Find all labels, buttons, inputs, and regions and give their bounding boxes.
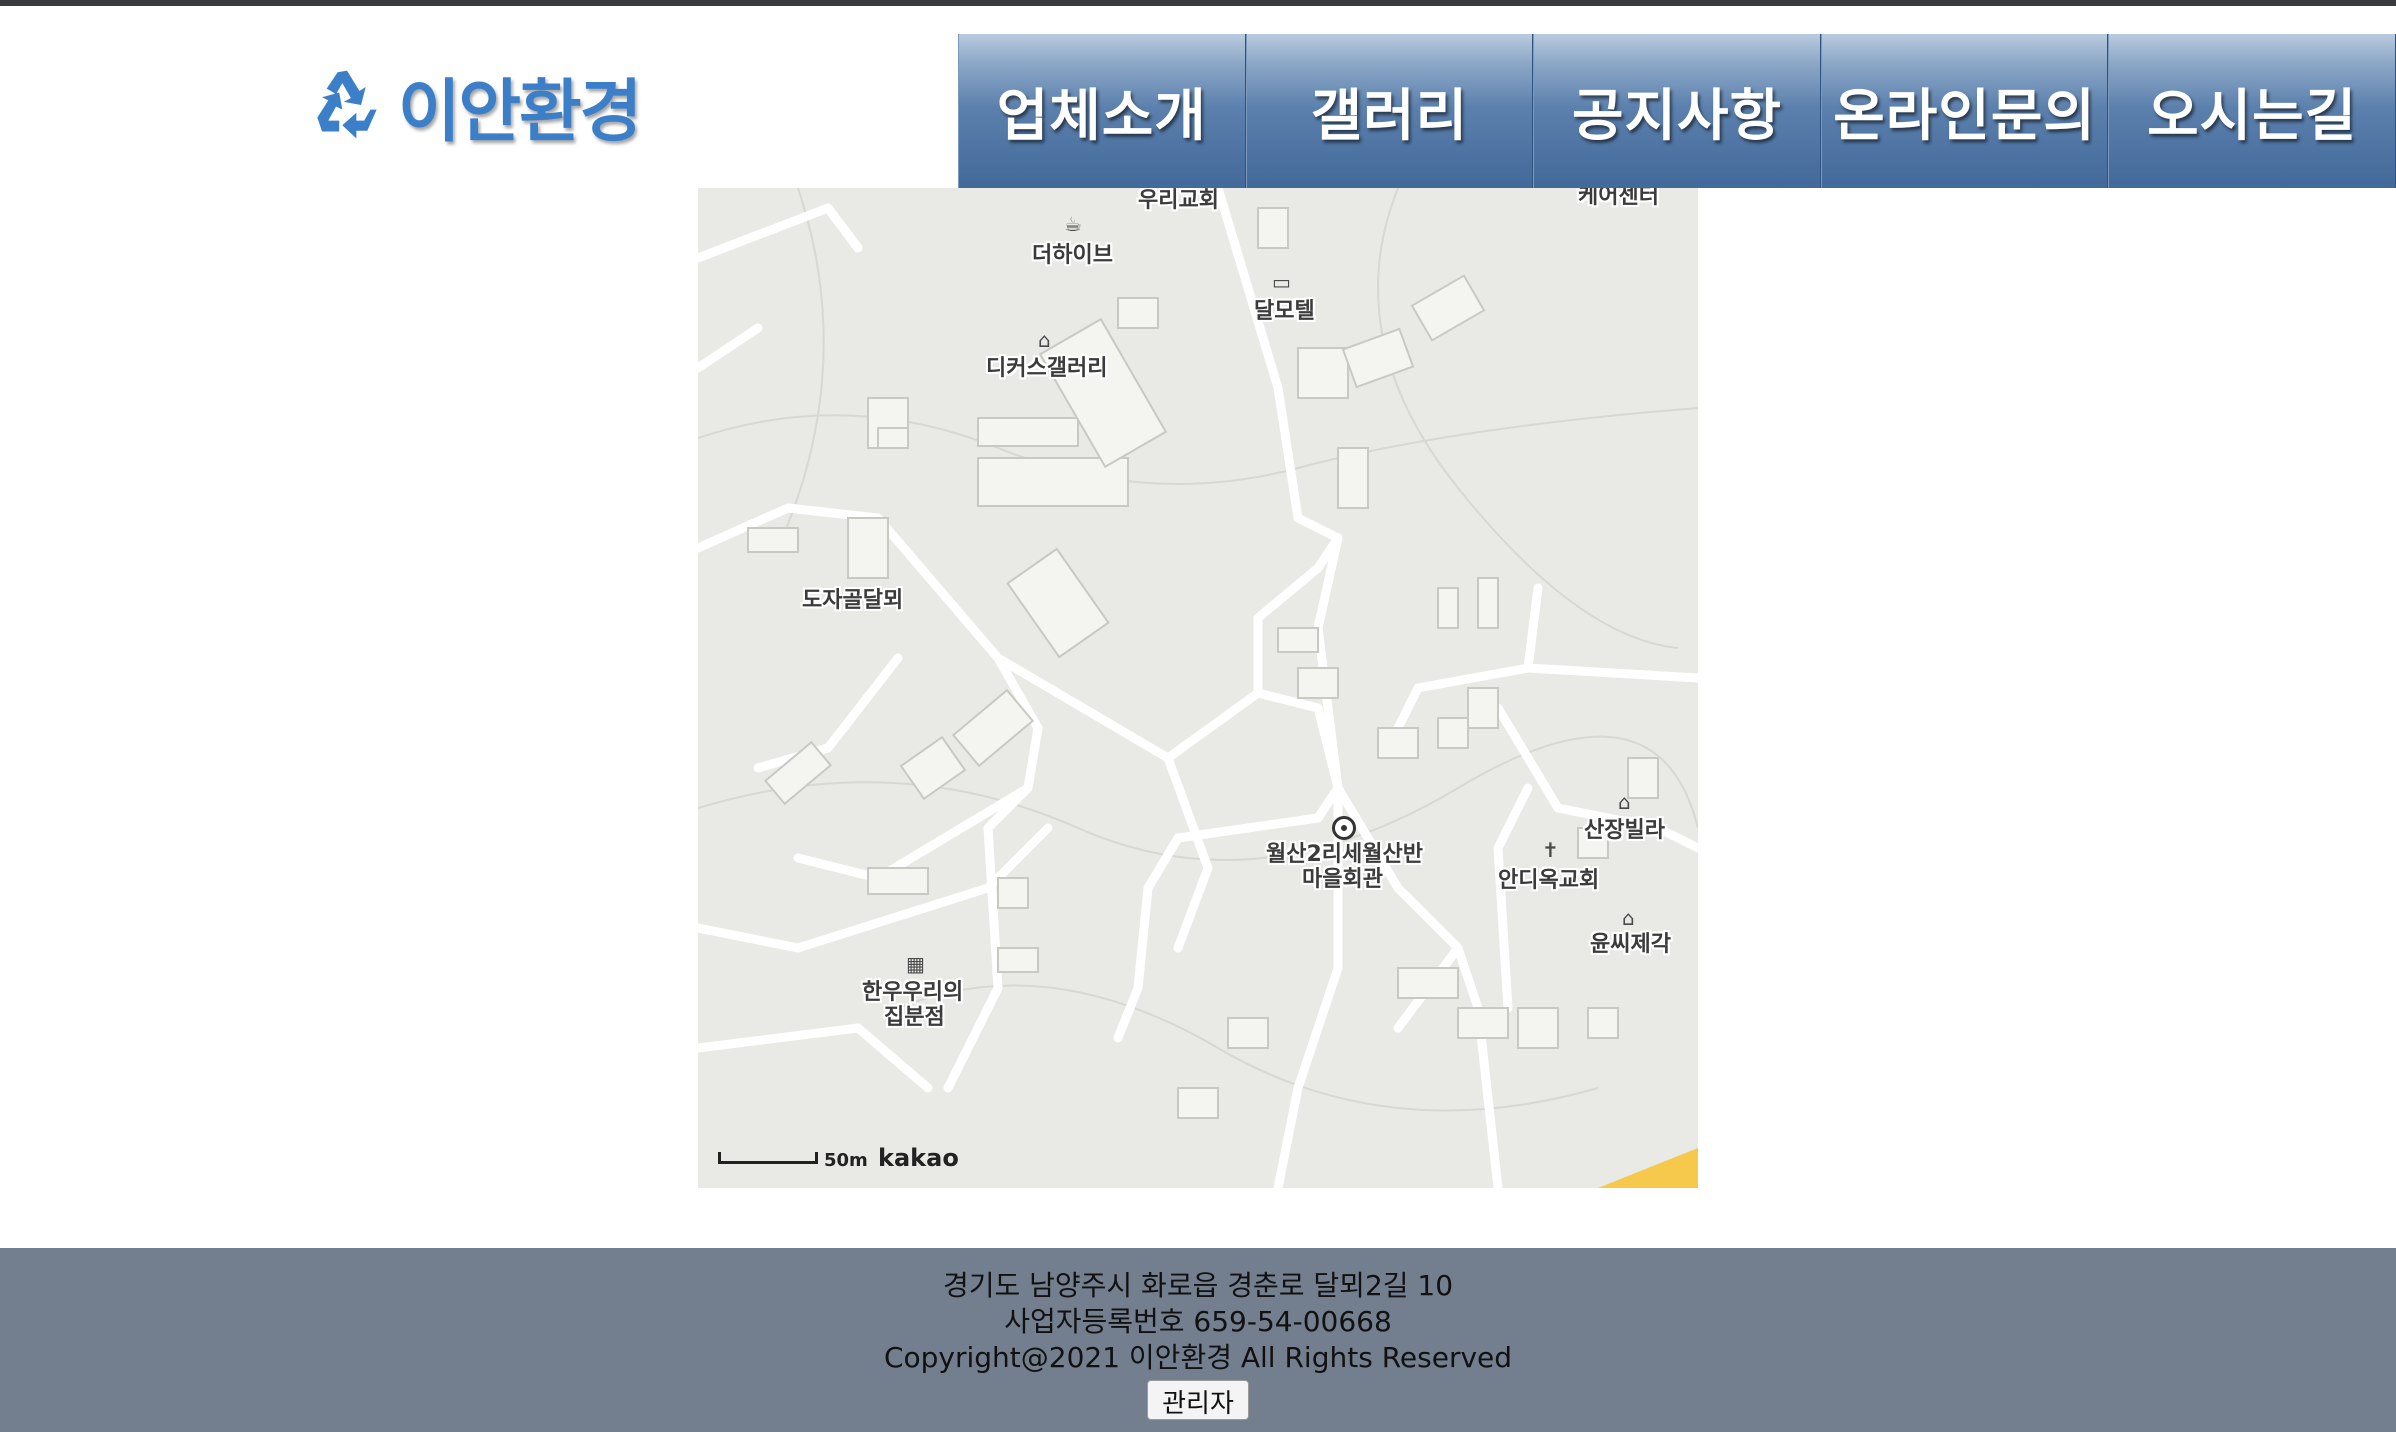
map-label-motel: 달모텔 [1254,299,1315,324]
site-logo[interactable]: 이안환경 [308,60,642,152]
cafe-icon: ☕ [1064,212,1082,236]
map-label-cafe: 더하이브 [1032,243,1113,268]
map-label-hall-1: 월산2리세월산반 [1266,842,1423,867]
gallery-icon: ⌂ [1038,328,1051,352]
nav-item-directions[interactable]: 오시는길 [2108,34,2396,188]
map-label-restaurant-1: 한우우리의 [862,980,964,1005]
nav-item-gallery[interactable]: 갤러리 [1245,34,1534,188]
map-label-care-center: 케어센터 [1578,188,1659,209]
map-label-area: 도자골달뫼 [802,588,904,613]
footer-address: 경기도 남양주시 화로읍 경춘로 달뫼2길 10 [942,1269,1454,1302]
map-label-church: 우리교회 [1138,188,1219,213]
location-marker-icon [1332,816,1356,840]
top-border [0,0,2396,6]
building-icon: ⌂ [1618,790,1631,814]
map-scale-bar [718,1152,818,1164]
map-provider-logo[interactable]: kakao [878,1144,959,1172]
admin-button[interactable]: 관리자 [1147,1380,1249,1420]
site-footer: 경기도 남양주시 화로읍 경춘로 달뫼2길 10 사업자등록번호 659-54-… [0,1248,2396,1432]
map-scale-label: 50m [824,1150,868,1171]
nav-item-notice[interactable]: 공지사항 [1533,34,1821,188]
recycle-icon [317,70,377,139]
hotel-icon: ▭ [1272,270,1291,294]
map-label-craft: 윤씨제각 [1590,932,1671,957]
map-label-gallery: 디커스갤러리 [986,356,1108,381]
map-label-church2: 안디옥교회 [1498,868,1600,893]
footer-copyright: Copyright@2021 이안환경 All Rights Reserved [883,1341,1513,1374]
logo-text: 이안환경 [398,72,642,152]
restaurant-icon: ▦ [906,952,925,976]
footer-business-number: 사업자등록번호 659-54-00668 [1004,1305,1392,1338]
map-label-restaurant-2: 집분점 [884,1005,945,1030]
nav-item-inquiry[interactable]: 온라인문의 [1820,34,2109,188]
map-label-villa: 산장빌라 [1584,818,1665,843]
map-label-hall-2: 마을회관 [1302,867,1383,892]
shrine-icon: ⌂ [1622,906,1635,930]
main-nav: 업체소개 갤러리 공지사항 온라인문의 오시는길 [958,34,2396,188]
map-roads [698,188,1698,1188]
church-icon: ✝ [1542,838,1559,862]
nav-item-company[interactable]: 업체소개 [958,34,1246,188]
location-map[interactable]: 우리교회 케어센터 ☕ 더하이브 ▭ 달모텔 ⌂ 디커스갤러리 도자골달뫼 월산… [698,188,1698,1188]
